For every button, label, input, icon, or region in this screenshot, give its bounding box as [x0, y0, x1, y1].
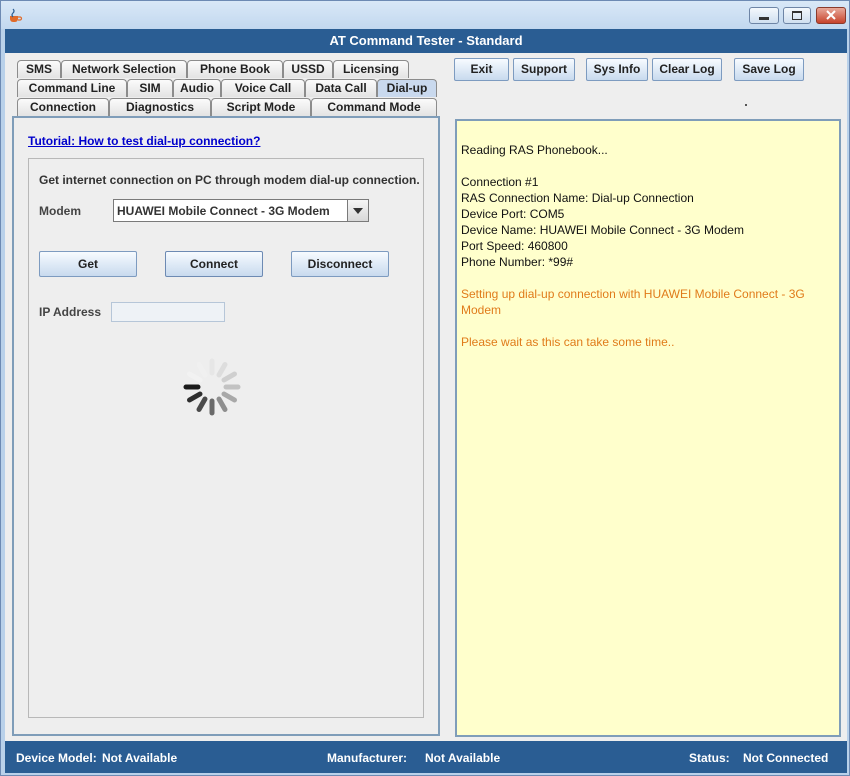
status-value: Not Connected	[743, 751, 829, 765]
save-log-button[interactable]: Save Log	[734, 58, 804, 81]
get-button[interactable]: Get	[39, 251, 137, 277]
support-button[interactable]: Support	[513, 58, 575, 81]
tab-network-selection[interactable]: Network Selection	[61, 60, 187, 78]
log-line-status: Setting up dial-up connection with HUAWE…	[461, 287, 805, 301]
modem-select[interactable]: HUAWEI Mobile Connect - 3G Modem	[113, 199, 369, 222]
modem-label: Modem	[39, 204, 81, 218]
tutorial-link[interactable]: Tutorial: How to test dial-up connection…	[28, 134, 260, 148]
minimize-icon	[759, 9, 769, 23]
log-line: Device Name: HUAWEI Mobile Connect - 3G …	[461, 223, 744, 237]
chevron-down-icon[interactable]	[347, 200, 368, 221]
manufacturer-value: Not Available	[425, 751, 501, 765]
tab-ussd[interactable]: USSD	[283, 60, 333, 78]
minimize-button[interactable]	[749, 7, 779, 24]
connect-button[interactable]: Connect	[165, 251, 263, 277]
log-line: Port Speed: 460800	[461, 239, 568, 253]
maximize-icon	[792, 9, 802, 23]
log-line: Connection #1	[461, 175, 539, 189]
tab-dial-up[interactable]: Dial-up	[377, 79, 437, 97]
tab-script-mode[interactable]: Script Mode	[211, 98, 311, 116]
tab-sim[interactable]: SIM	[127, 79, 173, 97]
dialup-description: Get internet connection on PC through mo…	[39, 173, 420, 187]
device-model-value: Not Available	[102, 751, 178, 765]
window-titlebar[interactable]	[1, 1, 849, 29]
tab-sms[interactable]: SMS	[17, 60, 61, 78]
status-label: Status:	[689, 751, 730, 765]
tab-strip: SMS Network Selection Phone Book USSD Li…	[13, 58, 437, 118]
device-model-label: Device Model:	[16, 751, 97, 765]
tab-voice-call[interactable]: Voice Call	[221, 79, 305, 97]
log-line: Reading RAS Phonebook...	[461, 143, 608, 157]
close-icon	[826, 9, 836, 23]
disconnect-button[interactable]: Disconnect	[291, 251, 389, 277]
ip-address-field[interactable]	[111, 302, 225, 322]
main-content: SMS Network Selection Phone Book USSD Li…	[5, 53, 847, 741]
ip-address-label: IP Address	[39, 305, 102, 319]
log-line-status: Please wait as this can take some time..	[461, 335, 675, 349]
separator-dot	[745, 104, 747, 106]
log-line: RAS Connection Name: Dial-up Connection	[461, 191, 694, 205]
tab-diagnostics[interactable]: Diagnostics	[109, 98, 211, 116]
log-line: Phone Number: *99#	[461, 255, 574, 269]
status-bar: Device Model: Not Available Manufacturer…	[5, 741, 847, 773]
tab-audio[interactable]: Audio	[173, 79, 221, 97]
log-panel[interactable]: Reading RAS Phonebook... Connection #1 R…	[455, 119, 841, 737]
log-line: Device Port: COM5	[461, 207, 565, 221]
loading-spinner-icon	[180, 355, 244, 419]
tab-data-call[interactable]: Data Call	[305, 79, 377, 97]
java-coffee-icon[interactable]	[7, 7, 23, 23]
clear-log-button[interactable]: Clear Log	[652, 58, 722, 81]
sys-info-button[interactable]: Sys Info	[586, 58, 648, 81]
dialup-group: Get internet connection on PC through mo…	[28, 158, 424, 718]
window-title: AT Command Tester - Standard	[5, 29, 847, 53]
app-window: AT Command Tester - Standard SMS Network…	[0, 0, 850, 776]
tab-licensing[interactable]: Licensing	[333, 60, 409, 78]
modem-select-value: HUAWEI Mobile Connect - 3G Modem	[117, 204, 330, 218]
tab-command-line[interactable]: Command Line	[17, 79, 127, 97]
tab-phone-book[interactable]: Phone Book	[187, 60, 283, 78]
maximize-button[interactable]	[783, 7, 811, 24]
exit-button[interactable]: Exit	[454, 58, 509, 81]
manufacturer-label: Manufacturer:	[327, 751, 408, 765]
tab-connection[interactable]: Connection	[17, 98, 109, 116]
close-button[interactable]	[816, 7, 846, 24]
dialup-panel: Tutorial: How to test dial-up connection…	[12, 116, 440, 736]
log-line-status: Modem	[461, 303, 502, 317]
tab-command-mode[interactable]: Command Mode	[311, 98, 437, 116]
